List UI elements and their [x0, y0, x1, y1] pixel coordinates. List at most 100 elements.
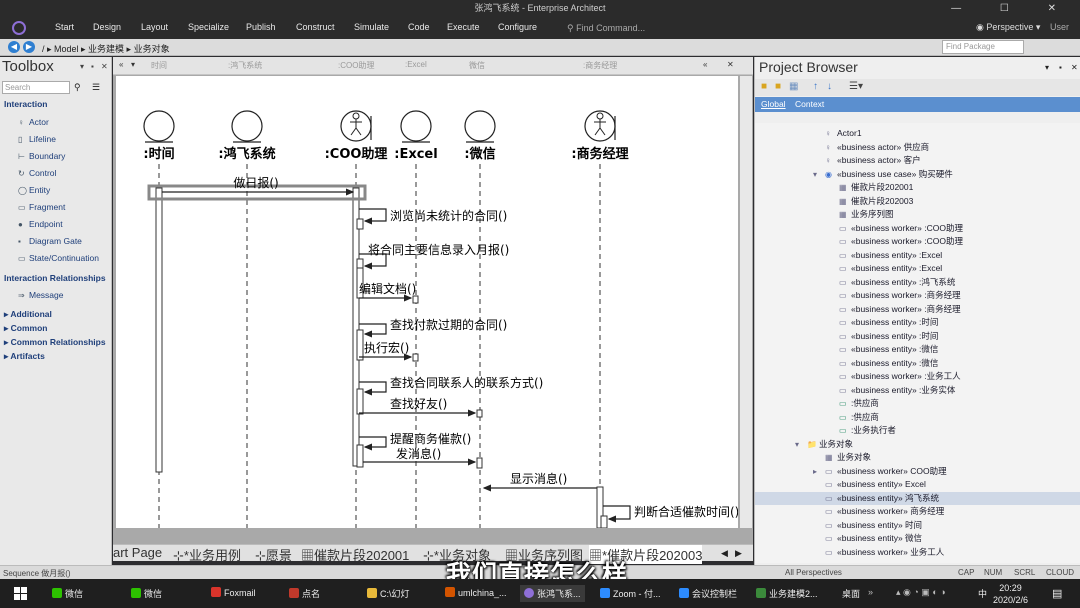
new-package-icon[interactable]: ■: [761, 81, 767, 92]
taskbar-app-meeting-controls[interactable]: 会议控制栏: [679, 587, 737, 600]
tab-context[interactable]: Context: [795, 99, 824, 109]
lifeline-head-business-manager[interactable]: [584, 110, 616, 142]
activation-bar[interactable]: [155, 187, 163, 473]
dropdown-icon[interactable]: ▾: [131, 60, 135, 69]
pin-icon[interactable]: ▾: [80, 62, 84, 71]
collapse-icon[interactable]: ▸: [813, 465, 825, 478]
tree-item[interactable]: ▭ «business entity» :微信: [839, 357, 938, 370]
tree-item[interactable]: ▦ 业务序列图: [839, 208, 894, 221]
window-controls[interactable]: — ☐ ✕: [951, 0, 1074, 17]
pin-icon[interactable]: ▾: [1045, 63, 1049, 72]
find-command-input[interactable]: ⚲ Find Command...: [567, 20, 747, 36]
menu-icon[interactable]: ☰: [92, 82, 100, 93]
expand-icon[interactable]: ▾: [813, 168, 825, 181]
tab-business-use-case[interactable]: ⊹*业务用例: [173, 545, 241, 564]
taskbar-app-foxmail[interactable]: Foxmail: [211, 587, 256, 598]
toolbox-item-actor[interactable]: ♀ Actor: [18, 117, 49, 127]
tab-scroll-left-icon[interactable]: ◀: [721, 548, 728, 559]
search-icon[interactable]: ⚲: [74, 82, 81, 93]
toolbox-item-endpoint[interactable]: ● Endpoint: [18, 219, 63, 229]
lifeline-head-wechat[interactable]: [464, 110, 496, 143]
tray-expand-icon[interactable]: »: [868, 587, 873, 597]
menu-configure[interactable]: Configure: [498, 22, 537, 32]
tree-item[interactable]: ▾ ◉ «business use case» 购买硬件: [813, 168, 953, 181]
windows-start-icon[interactable]: [14, 587, 27, 600]
tree-item[interactable]: ▭ «business entity» :鸿飞系统: [839, 276, 955, 289]
perspective-button[interactable]: ◉ Perspective ▾: [976, 22, 1040, 33]
tab-vision[interactable]: ⊹愿景: [255, 545, 292, 564]
expand-icon[interactable]: ▾: [795, 438, 807, 451]
tree-item[interactable]: ▭:供应商: [839, 397, 879, 410]
activation-bar[interactable]: [476, 457, 483, 469]
taskbar-app-umlchina[interactable]: umlchina_...: [445, 587, 507, 598]
toolbox-item-fragment[interactable]: ▭ Fragment: [18, 202, 65, 212]
tree-item[interactable]: ♀ Actor1: [825, 127, 862, 140]
tray-icons[interactable]: ▴ ◉ ◔ ▣ ◐ ◑: [896, 587, 946, 598]
taskbar-app-wechat[interactable]: 微信: [52, 587, 83, 600]
menu-design[interactable]: Design: [93, 22, 121, 32]
tree-item[interactable]: ▦ 催款片段202003: [839, 195, 913, 208]
menu-layout[interactable]: Layout: [141, 22, 168, 32]
tree-item[interactable]: ▭ «business worker» 业务工人: [825, 546, 944, 559]
tab-global[interactable]: Global: [761, 99, 786, 109]
menu-execute[interactable]: Execute: [447, 22, 480, 32]
collapse-icon[interactable]: «: [119, 60, 123, 69]
toolbox-item-control[interactable]: ↻ Control: [18, 168, 56, 178]
user-button[interactable]: User: [1050, 22, 1069, 32]
dock-icon[interactable]: ▪: [1059, 63, 1062, 72]
menu-simulate[interactable]: Simulate: [354, 22, 389, 32]
taskbar-app-business-model[interactable]: 业务建模2...: [756, 587, 818, 600]
toolbox-section-artifacts[interactable]: ▸ Artifacts: [4, 351, 45, 362]
activation-bar[interactable]: [356, 388, 364, 415]
new-folder-icon[interactable]: ■: [775, 81, 781, 92]
tab-scroll-right-icon[interactable]: ▶: [735, 548, 742, 559]
back-arrow-icon[interactable]: ◀: [8, 41, 20, 53]
tree-item[interactable]: ▭ «business entity» :时间: [839, 316, 938, 329]
diagram-vertical-scrollbar[interactable]: [740, 76, 752, 528]
lifeline-head-time[interactable]: [143, 110, 175, 143]
tree-item[interactable]: ▭ «business worker» :商务经理: [839, 303, 961, 316]
activation-bar[interactable]: [356, 218, 364, 230]
toolbox-item-message[interactable]: ⇒ Message: [18, 290, 64, 300]
tree-item[interactable]: ▭ «business worker» :COO助理: [839, 222, 963, 235]
tree-item[interactable]: ▦ 催款片段202001: [839, 181, 913, 194]
menu-specialize[interactable]: Specialize: [188, 22, 229, 32]
toolbox-section-additional[interactable]: ▸ Additional: [4, 309, 52, 320]
taskbar-app-roll-call[interactable]: 点名: [289, 587, 320, 600]
tree-item[interactable]: ▭ «business entity» :时间: [839, 330, 938, 343]
new-diagram-icon[interactable]: ▦: [789, 81, 798, 92]
close-icon[interactable]: ✕: [1071, 63, 1078, 72]
tree-item[interactable]: ▭ «business entity» :微信: [839, 343, 938, 356]
toolbox-section-interaction-relationships[interactable]: Interaction Relationships: [4, 273, 106, 283]
tree-item[interactable]: ▾ 📁 业务对象: [795, 438, 853, 451]
clock[interactable]: 20:29 2020/2/6: [993, 582, 1028, 606]
menu-code[interactable]: Code: [408, 22, 430, 32]
tree-item[interactable]: ▭ «business entity» :Excel: [839, 249, 942, 262]
activation-bar[interactable]: [412, 295, 419, 304]
dock-icon[interactable]: ▪: [91, 62, 94, 71]
close-icon[interactable]: ✕: [101, 62, 108, 71]
toolbox-item-state-continuation[interactable]: ▭ State/Continuation: [18, 253, 99, 263]
menu-icon[interactable]: ☰▾: [849, 81, 863, 92]
tree-item[interactable]: ▭:业务执行者: [839, 424, 896, 437]
lifeline-head-hongfei-system[interactable]: [231, 110, 263, 143]
tree-item-selected[interactable]: ▭ «business entity» 鸿飞系统: [755, 492, 1080, 505]
menu-publish[interactable]: Publish: [246, 22, 276, 32]
tree-item[interactable]: ▭ «business entity» :Excel: [839, 262, 942, 275]
toolbox-section-interaction[interactable]: Interaction: [4, 99, 47, 109]
toolbox-section-common-relationships[interactable]: ▸ Common Relationships: [4, 337, 106, 348]
move-up-icon[interactable]: ↑: [813, 81, 818, 92]
taskbar-app-ea-active[interactable]: 张鸿飞系...: [520, 585, 585, 602]
tree-item[interactable]: ♀ «business actor» 供应商: [825, 141, 929, 154]
tree-item[interactable]: ▸ ▭ «business worker» COO助理: [813, 465, 947, 478]
tree-item[interactable]: ▭ «business worker» :商务经理: [839, 289, 961, 302]
activation-bar[interactable]: [412, 353, 419, 362]
sequence-diagram-canvas[interactable]: :时间 :鸿飞系统 :COO助理 :Excel :微信 :商务经理 做日报() …: [116, 76, 739, 529]
tree-item[interactable]: ▦ 业务对象: [825, 451, 871, 464]
toolbox-section-common[interactable]: ▸ Common: [4, 323, 47, 334]
menu-construct[interactable]: Construct: [296, 22, 335, 32]
tab-collection-202001[interactable]: ▦催款片段202001: [301, 545, 409, 564]
tree-item[interactable]: ▭:供应商: [839, 411, 879, 424]
app-menu-icon[interactable]: [12, 21, 26, 35]
activation-bar[interactable]: [356, 329, 364, 361]
